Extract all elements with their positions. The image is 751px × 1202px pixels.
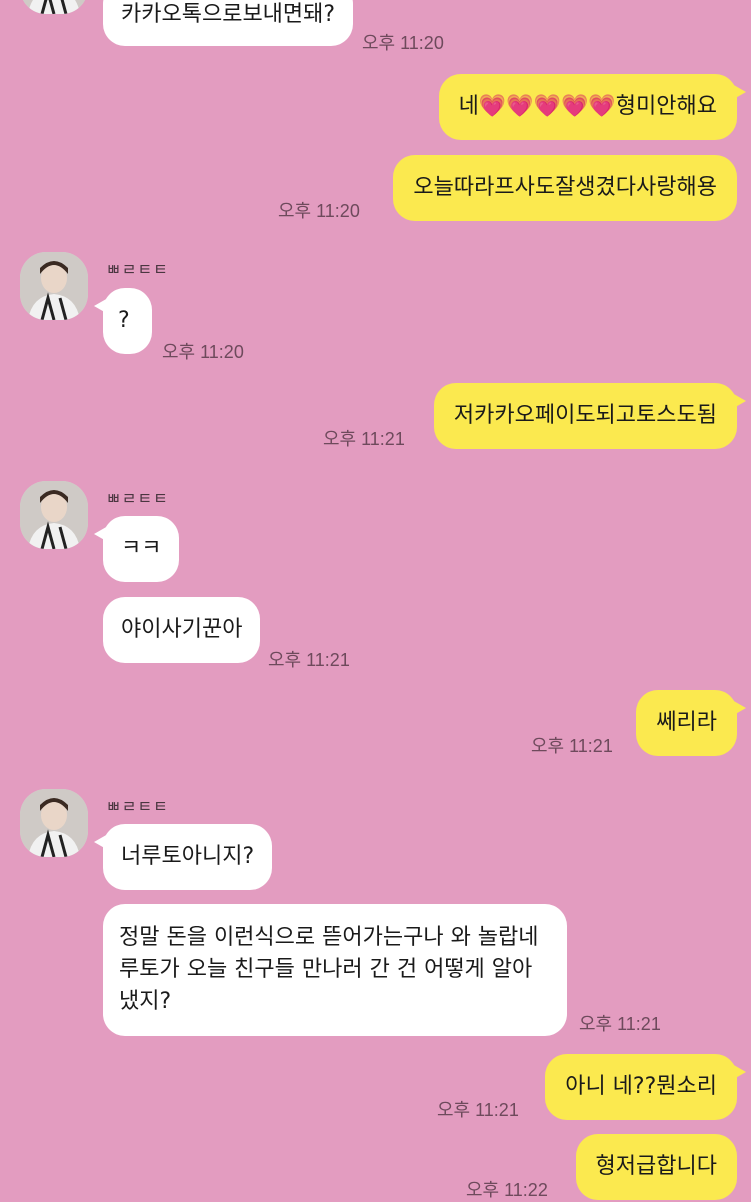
message-time: 오후 11:21 <box>579 1014 661 1034</box>
outgoing-message[interactable]: 형저급합니다 <box>575 1134 737 1200</box>
outgoing-message[interactable]: 저카카오페이도되고토스도됨 <box>433 383 747 449</box>
message-time: 오후 11:22 <box>466 1180 548 1200</box>
sender-name: ㅃㄹㅌㅌ <box>106 489 169 508</box>
contact-avatar[interactable] <box>20 0 88 14</box>
message-time: 오후 11:21 <box>323 429 405 449</box>
contact-avatar[interactable] <box>20 481 88 549</box>
outgoing-message[interactable]: 오늘따라프사도잘생겼다사랑해용 <box>393 155 737 221</box>
incoming-message[interactable]: 야이사기꾼아 <box>103 597 261 663</box>
sender-name: ㅃㄹㅌㅌ <box>106 260 169 279</box>
chat-area[interactable]: 카카오톡으로보내면돼? 오후 11:20 네💗💗💗💗💗형미안해요 오늘따라프사도… <box>0 0 751 1200</box>
outgoing-message[interactable]: 아니 네??뭔소리 <box>545 1054 746 1120</box>
message-time: 오후 11:20 <box>162 342 244 362</box>
message-time: 오후 11:21 <box>437 1100 519 1120</box>
message-text: 네 <box>458 94 479 119</box>
message-time: 오후 11:20 <box>362 33 444 53</box>
incoming-message[interactable]: 정말 돈을 이런식으로 뜯어가는구나 와 놀랍네 루토가 오늘 친구들 만나러 … <box>103 904 567 1036</box>
message-time: 오후 11:20 <box>278 201 360 221</box>
incoming-message[interactable]: ㅋㅋ <box>93 516 180 582</box>
outgoing-message[interactable]: 쎄리라 <box>636 690 746 756</box>
message-time: 오후 11:21 <box>268 650 350 670</box>
contact-avatar[interactable] <box>20 789 88 857</box>
message-time: 오후 11:21 <box>531 736 613 756</box>
incoming-message[interactable]: 카카오톡으로보내면돼? <box>103 0 354 46</box>
contact-avatar[interactable] <box>20 252 88 320</box>
incoming-message[interactable]: ? <box>94 288 152 354</box>
hearts-emoji: 💗💗💗💗💗 <box>478 94 616 119</box>
incoming-message[interactable]: 너루토아니지? <box>93 824 273 890</box>
message-text: 형미안해요 <box>615 94 717 119</box>
outgoing-message[interactable]: 네💗💗💗💗💗형미안해요 <box>438 74 747 140</box>
sender-name: ㅃㄹㅌㅌ <box>106 797 169 816</box>
